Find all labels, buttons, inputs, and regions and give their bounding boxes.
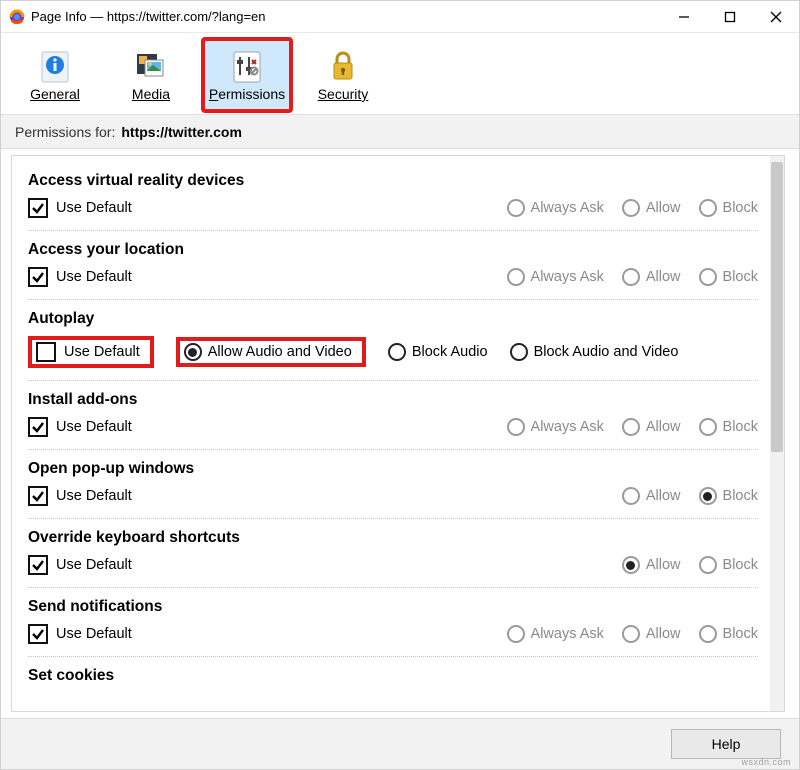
use-default-label: Use Default <box>64 344 140 360</box>
tab-label: Security <box>318 86 369 102</box>
perm-title: Override keyboard shortcuts <box>28 529 758 547</box>
opt-block[interactable]: Block <box>699 418 758 436</box>
perm-addons: Install add-ons Use Default Always Ask A… <box>28 381 758 450</box>
perm-cookies: Set cookies <box>28 657 758 705</box>
highlight-use-default: Use Default <box>28 336 154 368</box>
opt-block[interactable]: Block <box>699 199 758 217</box>
maximize-button[interactable] <box>707 1 753 33</box>
permissions-pane: Access virtual reality devices Use Defau… <box>1 149 799 719</box>
perm-title: Install add-ons <box>28 391 758 409</box>
tab-label: Media <box>132 86 170 102</box>
titlebar: Page Info — https://twitter.com/?lang=en <box>1 1 799 33</box>
use-default-checkbox[interactable] <box>28 624 48 644</box>
page-info-window: Page Info — https://twitter.com/?lang=en… <box>0 0 800 770</box>
info-icon <box>37 48 73 84</box>
use-default-label: Use Default <box>56 626 132 642</box>
use-default-checkbox[interactable] <box>28 555 48 575</box>
tab-security[interactable]: Security <box>299 39 387 111</box>
help-button[interactable]: Help <box>671 729 781 759</box>
opt-block[interactable]: Block <box>699 625 758 643</box>
use-default-checkbox[interactable] <box>36 342 56 362</box>
perm-autoplay: Autoplay Use Default Allow Audio and Vid… <box>28 300 758 381</box>
permissions-list: Access virtual reality devices Use Defau… <box>12 156 770 711</box>
use-default-label: Use Default <box>56 488 132 504</box>
tab-label: General <box>30 86 80 102</box>
use-default-label: Use Default <box>56 269 132 285</box>
minimize-button[interactable] <box>661 1 707 33</box>
opt-block-audio-video[interactable]: Block Audio and Video <box>510 343 679 361</box>
opt-always-ask[interactable]: Always Ask <box>507 418 604 436</box>
perm-title: Access virtual reality devices <box>28 172 758 190</box>
use-default-label: Use Default <box>56 419 132 435</box>
vertical-scrollbar[interactable] <box>770 156 784 711</box>
use-default-checkbox[interactable] <box>28 198 48 218</box>
scrollbar-thumb[interactable] <box>771 162 783 452</box>
highlight-allow-av: Allow Audio and Video <box>176 337 366 367</box>
opt-allow[interactable]: Allow <box>622 418 681 436</box>
window-title: Page Info — https://twitter.com/?lang=en <box>31 9 661 24</box>
perm-title: Open pop-up windows <box>28 460 758 478</box>
watermark: wsxdn.com <box>741 757 791 767</box>
use-default-label: Use Default <box>56 557 132 573</box>
opt-always-ask[interactable]: Always Ask <box>507 268 604 286</box>
lock-icon <box>325 48 361 84</box>
toolbar: General Media Permissions Security <box>1 33 799 115</box>
opt-block-audio[interactable]: Block Audio <box>388 343 488 361</box>
footer: Help <box>1 719 799 769</box>
perm-notifications: Send notifications Use Default Always As… <box>28 588 758 657</box>
opt-block[interactable]: Block <box>699 556 758 574</box>
use-default-checkbox[interactable] <box>28 486 48 506</box>
permissions-for-url: https://twitter.com <box>121 124 242 140</box>
scroll-area: Access virtual reality devices Use Defau… <box>11 155 785 712</box>
opt-always-ask[interactable]: Always Ask <box>507 625 604 643</box>
opt-allow[interactable]: Allow <box>622 199 681 217</box>
use-default-label: Use Default <box>56 200 132 216</box>
perm-location: Access your location Use Default Always … <box>28 231 758 300</box>
perm-popups: Open pop-up windows Use Default Allow Bl… <box>28 450 758 519</box>
perm-title: Set cookies <box>28 667 758 685</box>
firefox-icon <box>9 9 25 25</box>
opt-allow[interactable]: Allow <box>622 625 681 643</box>
media-icon <box>133 48 169 84</box>
use-default-checkbox[interactable] <box>28 267 48 287</box>
permissions-for-label: Permissions for: <box>15 124 115 140</box>
close-button[interactable] <box>753 1 799 33</box>
tab-label: Permissions <box>209 86 285 102</box>
opt-block[interactable]: Block <box>699 268 758 286</box>
perm-title: Send notifications <box>28 598 758 616</box>
tab-media[interactable]: Media <box>107 39 195 111</box>
perm-vr: Access virtual reality devices Use Defau… <box>28 162 758 231</box>
opt-always-ask[interactable]: Always Ask <box>507 199 604 217</box>
opt-allow[interactable]: Allow <box>622 487 681 505</box>
tab-permissions[interactable]: Permissions <box>203 39 291 111</box>
opt-allow[interactable]: Allow <box>622 268 681 286</box>
use-default-checkbox[interactable] <box>28 417 48 437</box>
opt-block[interactable]: Block <box>699 487 758 505</box>
perm-title: Autoplay <box>28 310 758 328</box>
tab-general[interactable]: General <box>11 39 99 111</box>
opt-allow-audio-video[interactable]: Allow Audio and Video <box>184 343 352 361</box>
permissions-icon <box>229 48 265 84</box>
perm-title: Access your location <box>28 241 758 259</box>
permissions-for-bar: Permissions for: https://twitter.com <box>1 115 799 149</box>
opt-allow[interactable]: Allow <box>622 556 681 574</box>
perm-shortcuts: Override keyboard shortcuts Use Default … <box>28 519 758 588</box>
